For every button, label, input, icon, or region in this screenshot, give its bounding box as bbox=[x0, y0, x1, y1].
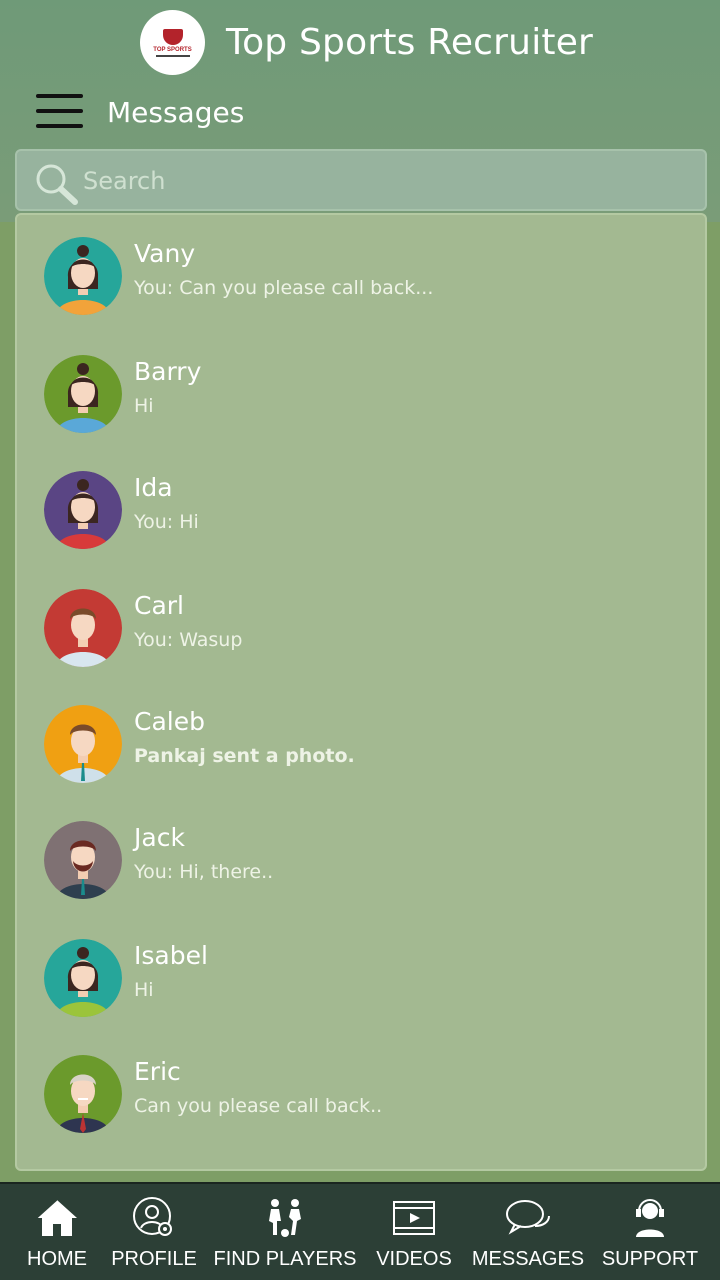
tab-support[interactable]: SUPPORT bbox=[600, 1184, 700, 1280]
bottom-tab-bar: HOME PROFILE FIND PLAYERS VIDEOS MESSAGE… bbox=[0, 1182, 720, 1280]
conversation-item[interactable]: Isabel Hi bbox=[17, 917, 705, 1027]
menu-line bbox=[36, 109, 83, 113]
logo-text: TOP SPORTS bbox=[153, 46, 192, 53]
logo-underline bbox=[155, 54, 190, 57]
page-title: Messages bbox=[107, 96, 245, 129]
conversation-item[interactable]: Vany You: Can you please call back... bbox=[17, 215, 705, 325]
home-icon bbox=[36, 1199, 77, 1236]
contact-name: Barry bbox=[134, 357, 202, 386]
message-preview: You: Hi bbox=[134, 511, 199, 533]
menu-line bbox=[36, 94, 83, 98]
person-avatar-icon bbox=[44, 237, 122, 315]
avatar bbox=[44, 821, 122, 899]
tab-label: MESSAGES bbox=[471, 1248, 585, 1270]
conversation-item[interactable]: Barry Hi bbox=[17, 333, 705, 443]
message-preview: Hi bbox=[134, 395, 154, 417]
avatar bbox=[44, 1055, 122, 1133]
person-avatar-icon bbox=[44, 1055, 122, 1133]
tab-home[interactable]: HOME bbox=[12, 1184, 102, 1280]
message-preview: You: Wasup bbox=[134, 629, 243, 651]
conversation-item[interactable]: Eric Can you please call back.. bbox=[17, 1033, 705, 1143]
contact-name: Jack bbox=[134, 823, 185, 852]
app-header: TOP SPORTS Top Sports Recruiter Messages bbox=[0, 0, 720, 222]
person-avatar-icon bbox=[44, 355, 122, 433]
contact-name: Caleb bbox=[134, 707, 205, 736]
hamburger-menu-button[interactable] bbox=[36, 94, 83, 128]
contact-name: Vany bbox=[134, 239, 196, 268]
contact-name: Ida bbox=[134, 473, 173, 502]
tab-profile[interactable]: PROFILE bbox=[110, 1184, 198, 1280]
profile-settings-icon bbox=[133, 1197, 172, 1236]
app-logo: TOP SPORTS bbox=[140, 10, 205, 75]
avatar bbox=[44, 939, 122, 1017]
message-preview: You: Can you please call back... bbox=[134, 277, 434, 299]
video-icon bbox=[393, 1201, 435, 1235]
person-avatar-icon bbox=[44, 939, 122, 1017]
message-preview: Can you please call back.. bbox=[134, 1095, 383, 1117]
contact-name: Isabel bbox=[134, 941, 208, 970]
app-title: Top Sports Recruiter bbox=[226, 22, 594, 63]
person-avatar-icon bbox=[44, 821, 122, 899]
search-icon bbox=[36, 164, 78, 205]
conversation-item[interactable]: Ida You: Hi bbox=[17, 449, 705, 559]
conversation-item[interactable]: Carl You: Wasup bbox=[17, 567, 705, 677]
contact-name: Carl bbox=[134, 591, 184, 620]
message-preview: Hi bbox=[134, 979, 154, 1001]
conversation-item[interactable]: Caleb Pankaj sent a photo. bbox=[17, 683, 705, 793]
search-bar[interactable] bbox=[15, 149, 707, 211]
conversation-list: Vany You: Can you please call back... Barr… bbox=[15, 213, 707, 1171]
tab-label: SUPPORT bbox=[601, 1248, 699, 1270]
conversation-item[interactable]: Jack You: Hi, there.. bbox=[17, 799, 705, 909]
message-preview: You: Hi, there.. bbox=[134, 861, 274, 883]
avatar bbox=[44, 237, 122, 315]
players-icon bbox=[269, 1199, 301, 1237]
tab-label: VIDEOS bbox=[376, 1248, 452, 1270]
contact-name: Eric bbox=[134, 1057, 181, 1086]
tab-messages[interactable]: MESSAGES bbox=[471, 1184, 585, 1280]
avatar bbox=[44, 471, 122, 549]
search-input[interactable] bbox=[83, 161, 683, 201]
message-preview: Pankaj sent a photo. bbox=[134, 745, 355, 767]
person-avatar-icon bbox=[44, 471, 122, 549]
person-avatar-icon bbox=[44, 589, 122, 667]
logo-shield-icon bbox=[162, 28, 183, 45]
menu-line bbox=[36, 124, 83, 128]
tab-label: FIND PLAYERS bbox=[213, 1248, 357, 1270]
tab-find-players[interactable]: FIND PLAYERS bbox=[214, 1184, 357, 1280]
avatar bbox=[44, 355, 122, 433]
tab-videos[interactable]: VIDEOS bbox=[370, 1184, 458, 1280]
chat-bubbles-icon bbox=[506, 1200, 550, 1235]
person-avatar-icon bbox=[44, 705, 122, 783]
brand-bar: TOP SPORTS Top Sports Recruiter bbox=[0, 0, 720, 92]
avatar bbox=[44, 705, 122, 783]
headset-icon bbox=[636, 1199, 664, 1237]
tab-label: PROFILE bbox=[111, 1248, 197, 1270]
tab-label: HOME bbox=[27, 1248, 87, 1270]
avatar bbox=[44, 589, 122, 667]
